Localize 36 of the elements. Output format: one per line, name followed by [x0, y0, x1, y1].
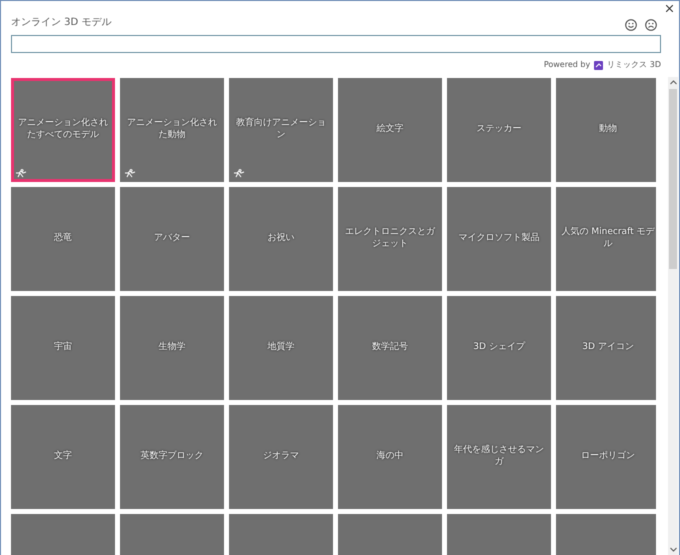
scrollbar[interactable]	[668, 77, 678, 555]
window-title: オンライン 3D モデル	[10, 16, 112, 30]
category-tile[interactable]: 文字	[11, 405, 115, 509]
category-tile[interactable]: ローポリゴン	[556, 405, 656, 509]
category-tile[interactable]: ジオラマ	[229, 405, 333, 509]
category-tile[interactable]: アバター	[120, 187, 224, 291]
category-tile[interactable]: マイクロソフト製品	[447, 187, 551, 291]
category-tile[interactable]: 生物学	[120, 296, 224, 400]
scrollbar-thumb[interactable]	[669, 89, 677, 269]
category-tile[interactable]: アニメーション化された動物	[120, 78, 224, 182]
category-tile[interactable]: 動物	[556, 78, 656, 182]
category-tile[interactable]: 数学記号	[338, 296, 442, 400]
category-tile[interactable]: 3D シェイプ	[447, 296, 551, 400]
category-tile[interactable]: アニメーション化されたすべてのモデル	[11, 78, 115, 182]
category-tile[interactable]: 英数字ブロック	[120, 405, 224, 509]
category-tile[interactable]: エレクトロニクスとガジェット	[338, 187, 442, 291]
close-icon[interactable]	[666, 5, 673, 12]
scroll-down-icon[interactable]	[670, 547, 676, 552]
remix-3d-link[interactable]: リミックス 3D	[607, 59, 661, 71]
category-tile[interactable]: 3D アイコン	[556, 296, 656, 400]
category-tile[interactable]: お祝い	[229, 187, 333, 291]
smile-face-icon[interactable]	[625, 19, 637, 31]
category-tile[interactable]: 宇宙	[11, 296, 115, 400]
category-tile[interactable]: 人気の Minecraft モデル	[556, 187, 656, 291]
frown-face-icon[interactable]	[645, 19, 657, 31]
powered-by-text: Powered by	[544, 59, 590, 71]
category-tile[interactable]: ステッカー	[447, 78, 551, 182]
category-tile[interactable]: 海の中	[338, 405, 442, 509]
scroll-up-icon[interactable]	[670, 80, 676, 85]
remix-logo-icon	[594, 60, 604, 70]
search-field[interactable]	[11, 35, 661, 53]
category-tile[interactable]: 地質学	[229, 296, 333, 400]
category-tile[interactable]: 教育向けアニメーション	[229, 78, 333, 182]
category-tile[interactable]: 恐竜	[11, 187, 115, 291]
category-tile[interactable]: 年代を感じさせるマンガ	[447, 405, 551, 509]
category-tile[interactable]: 絵文字	[338, 78, 442, 182]
